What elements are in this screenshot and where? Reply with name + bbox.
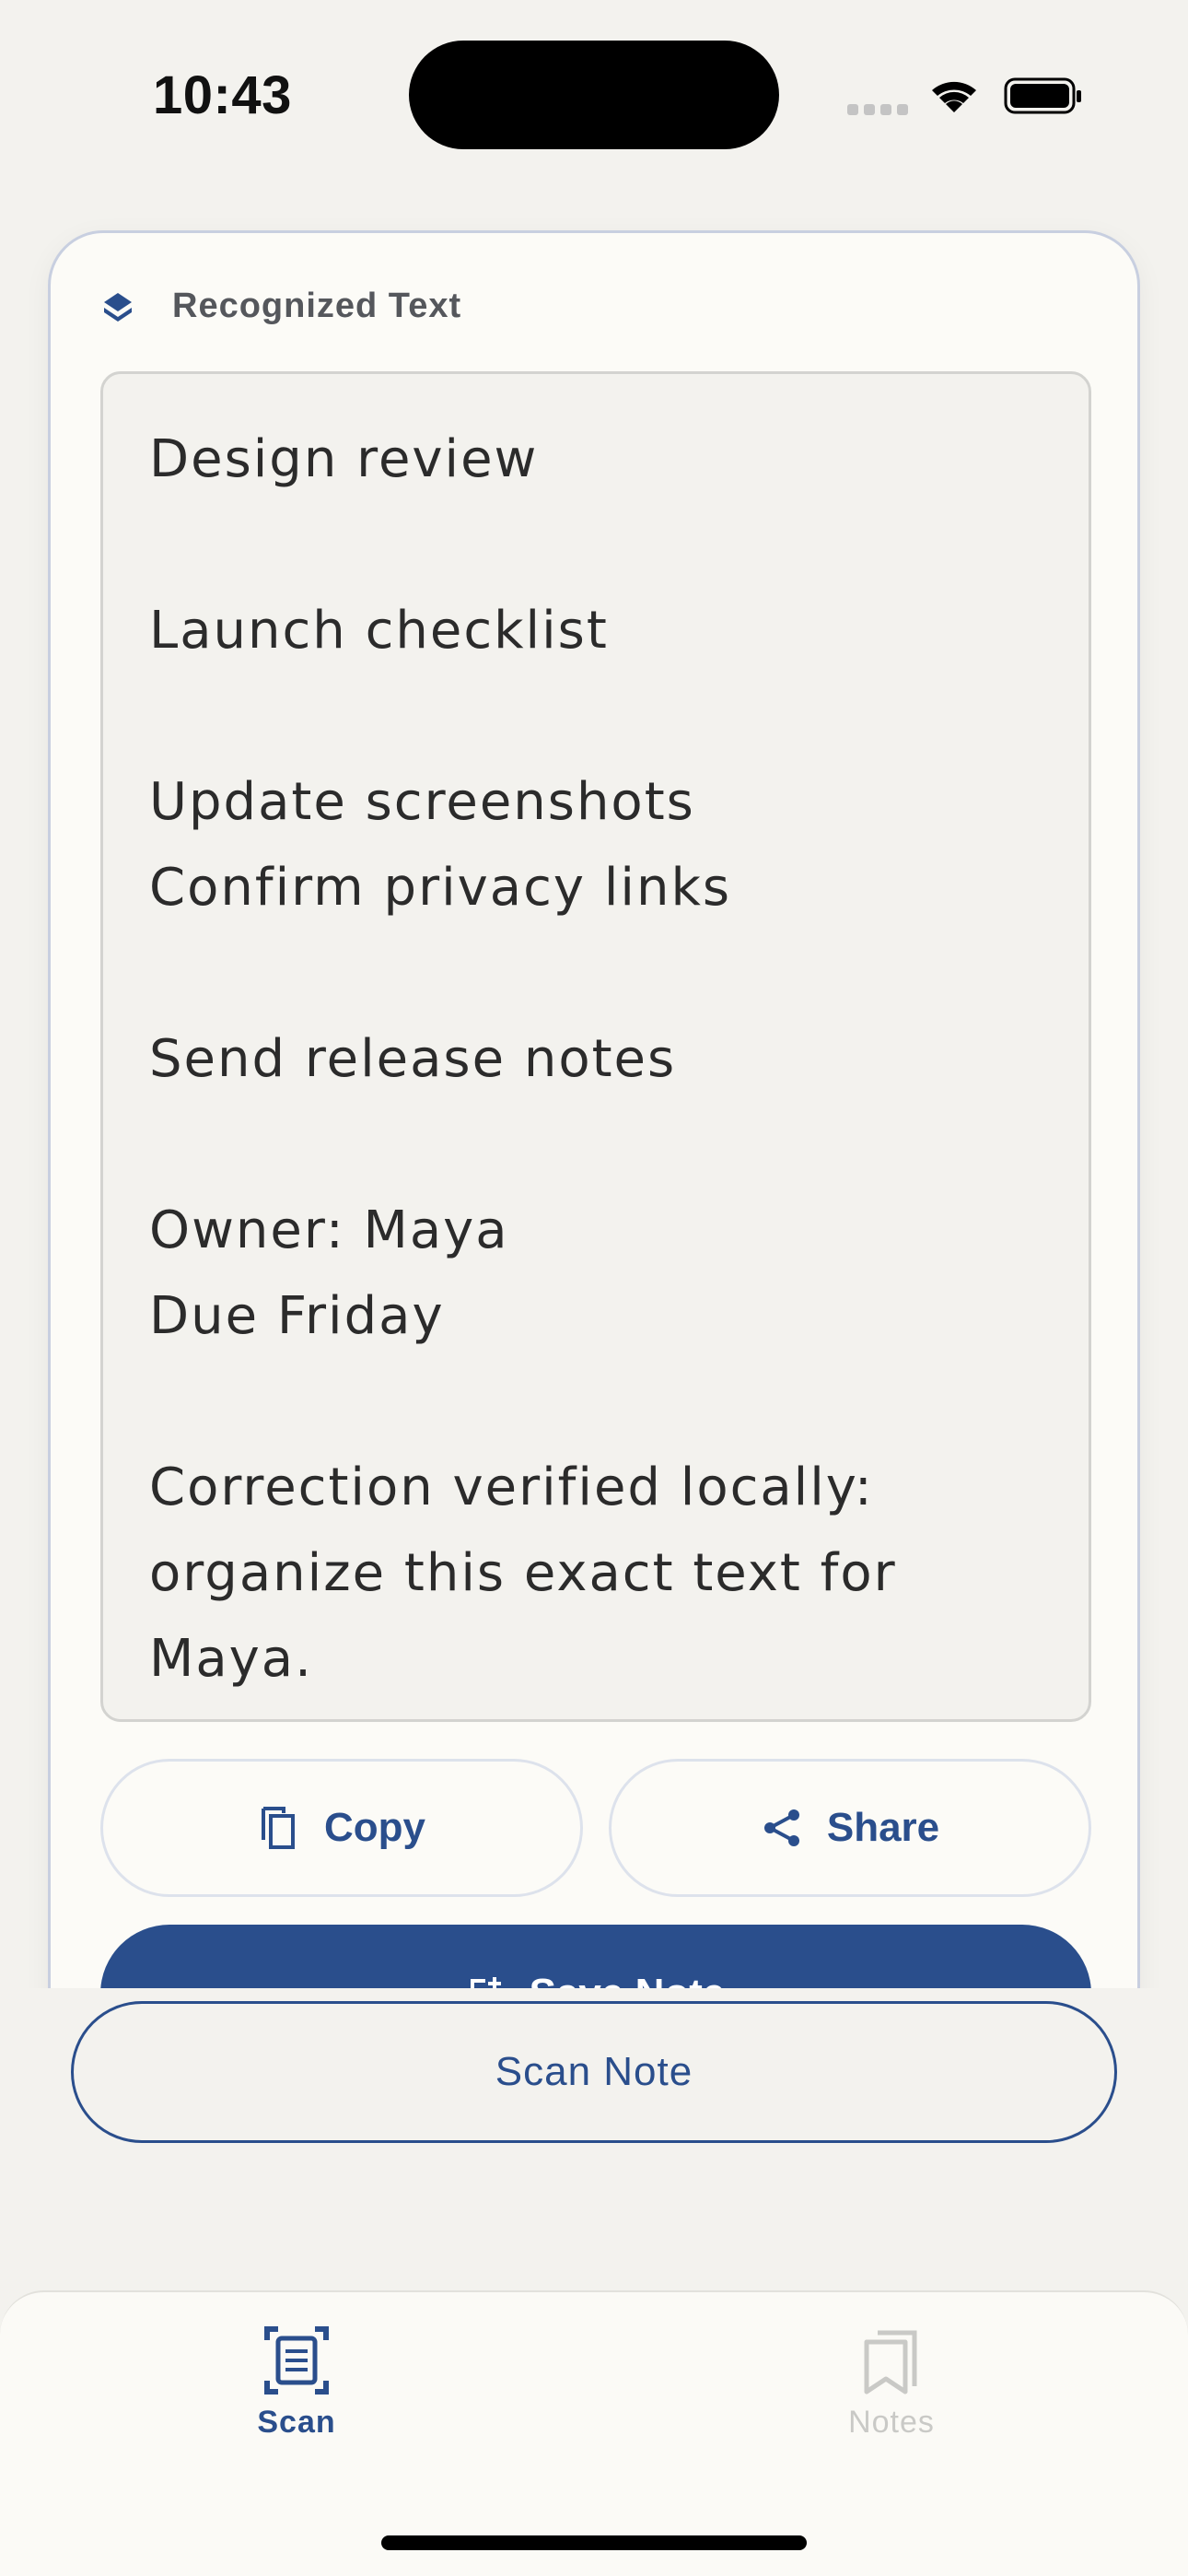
battery-icon xyxy=(1004,77,1081,114)
text-line: Due Friday xyxy=(149,1286,445,1346)
card-header: Recognized Text xyxy=(100,287,461,326)
notes-bookmark-icon xyxy=(864,2330,917,2395)
scan-note-label: Scan Note xyxy=(495,2049,693,2094)
text-line xyxy=(149,1102,1042,1188)
text-line xyxy=(149,502,1042,588)
copy-button[interactable]: Copy xyxy=(100,1759,583,1897)
status-time: 10:43 xyxy=(153,65,292,125)
layers-icon xyxy=(104,292,132,322)
scan-document-icon xyxy=(264,2326,329,2395)
dynamic-island xyxy=(409,41,779,149)
text-line: Maya. xyxy=(149,1629,313,1689)
recognized-text-area[interactable]: Design review Launch checklist Update sc… xyxy=(100,371,1091,1722)
share-icon xyxy=(763,1809,799,1846)
text-line xyxy=(149,1359,1042,1445)
card-header-label: Recognized Text xyxy=(172,287,462,325)
cellular-signal-icon xyxy=(847,104,908,115)
text-line: Send release notes xyxy=(149,1029,677,1089)
text-line xyxy=(149,931,1042,1016)
text-line: Confirm privacy links xyxy=(149,858,732,918)
wifi-icon xyxy=(932,81,976,112)
text-line: Launch checklist xyxy=(149,601,609,661)
scan-note-button[interactable]: Scan Note xyxy=(71,2001,1117,2143)
text-line: Update screenshots xyxy=(149,772,695,832)
copy-label: Copy xyxy=(324,1805,425,1850)
text-line: Owner: Maya xyxy=(149,1200,509,1260)
share-label: Share xyxy=(826,1805,940,1850)
recognized-text-card: Recognized Text Design review Launch che… xyxy=(48,230,1140,2119)
home-indicator xyxy=(381,2535,807,2550)
text-line: organize this exact text for xyxy=(149,1543,897,1603)
text-line: Design review xyxy=(149,429,539,489)
text-line: Correction verified locally: xyxy=(149,1458,874,1517)
status-icons xyxy=(847,72,1087,118)
screen: 10:43 Recognized Text Design review Laun… xyxy=(0,0,1188,2576)
tab-notes[interactable]: Notes xyxy=(753,2325,1030,2441)
tab-scan[interactable]: Scan xyxy=(158,2325,435,2441)
text-line xyxy=(149,673,1042,759)
action-row: Copy Share xyxy=(100,1759,1091,1897)
share-button[interactable]: Share xyxy=(609,1759,1091,1897)
tab-notes-label: Notes xyxy=(848,2405,935,2440)
tab-bar: Scan Notes xyxy=(0,2290,1188,2576)
copy-icon xyxy=(262,1807,295,1849)
tab-scan-label: Scan xyxy=(257,2405,336,2440)
